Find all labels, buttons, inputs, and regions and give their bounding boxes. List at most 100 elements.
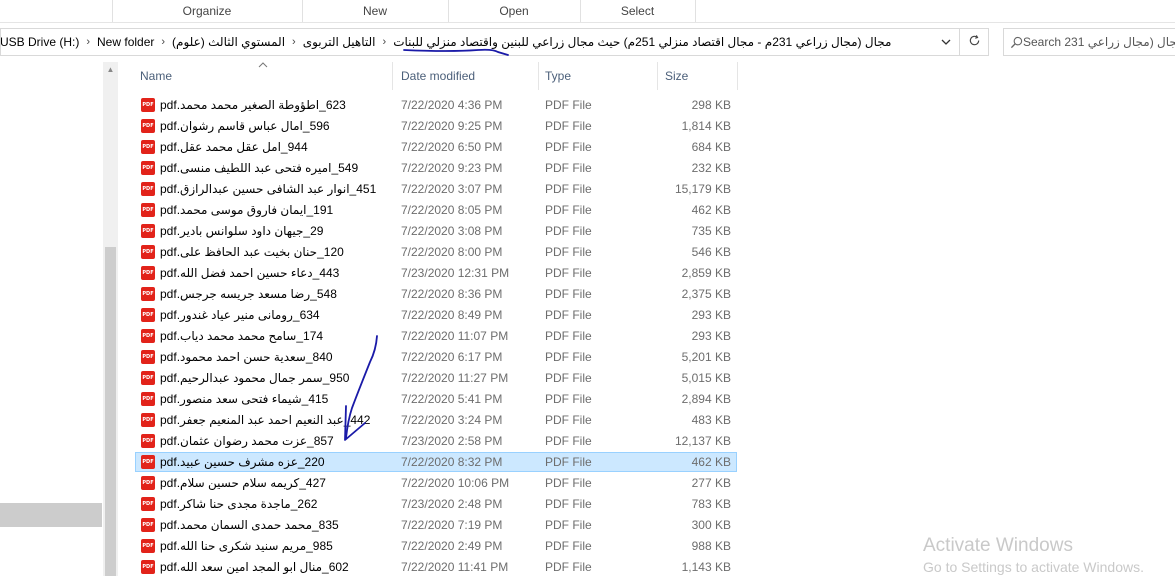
file-row[interactable]: 596_امال عباس قاسم رشوان.pdf 7/22/2020 9:…: [135, 116, 737, 136]
file-row[interactable]: 120_حنان بخيت عبد الحافظ على.pdf 7/22/202…: [135, 242, 737, 262]
file-size: 5,015 KB: [681, 371, 731, 385]
scrollbar-thumb[interactable]: [105, 247, 116, 576]
file-size: 12,137 KB: [674, 434, 731, 448]
file-name-cell[interactable]: 174_سامح محمد محمد دياب.pdf: [141, 327, 391, 345]
file-name-cell[interactable]: 835_محمد حمدى السمان محمد.pdf: [141, 516, 391, 534]
file-type: PDF File: [545, 224, 592, 238]
file-row[interactable]: 174_سامح محمد محمد دياب.pdf 7/22/2020 11:…: [135, 326, 737, 346]
file-size: 2,375 KB: [681, 287, 731, 301]
breadcrumb-level-three[interactable]: المستوي الثالث (علوم): [167, 35, 290, 49]
file-name-cell[interactable]: 415_شيماء فتحى سعد منصور.pdf: [141, 390, 391, 408]
pdf-file-icon: [141, 476, 155, 490]
file-name-cell[interactable]: 262_ماجدة مجدى حنا شاكر.pdf: [141, 495, 391, 513]
nav-selected-item[interactable]: [0, 503, 102, 527]
file-row[interactable]: 262_ماجدة مجدى حنا شاكر.pdf 7/23/2020 2:4…: [135, 494, 737, 514]
pdf-file-icon: [141, 392, 155, 406]
refresh-button[interactable]: [960, 28, 989, 56]
file-type: PDF File: [545, 287, 592, 301]
file-row[interactable]: 840_سعدية حسن احمد محمود.pdf 7/22/2020 6:…: [135, 347, 737, 367]
file-name-cell[interactable]: 602_منال ابو المجد امين سعد الله.pdf: [141, 558, 391, 576]
address-bar[interactable]: USB Drive (H:) › New folder › المستوي ال…: [0, 28, 960, 56]
file-name-cell[interactable]: 220_عزه مشرف حسين عبيد.pdf: [141, 453, 391, 471]
pdf-file-icon: [141, 329, 155, 343]
file-name-cell[interactable]: 451_انوار عبد الشافى حسين عبدالرازق.pdf: [141, 180, 391, 198]
file-date: 7/22/2020 11:07 PM: [401, 329, 509, 343]
pdf-file-icon: [141, 518, 155, 532]
file-row[interactable]: 944_امل عقل محمد عقل.pdf 7/22/2020 6:50 P…: [135, 137, 737, 157]
file-type: PDF File: [545, 203, 592, 217]
file-row[interactable]: 548_رضا مسعد جريسه جرجس.pdf 7/22/2020 8:3…: [135, 284, 737, 304]
file-date: 7/22/2020 7:19 PM: [401, 518, 503, 532]
file-name: 944_امل عقل محمد عقل.pdf: [160, 140, 308, 154]
file-row[interactable]: 634_رومانى منير عياد غندور.pdf 7/22/2020 …: [135, 305, 737, 325]
file-size: 298 KB: [691, 98, 731, 112]
file-row[interactable]: 623_اطؤوطة الصغير محمد محمد.pdf 7/22/2020…: [135, 95, 737, 115]
file-name-cell[interactable]: 950_سمر جمال محمود عبدالرحيم.pdf: [141, 369, 391, 387]
file-name-cell[interactable]: 442_عبد النعيم احمد عبد المنعيم جعفر.pdf: [141, 411, 391, 429]
column-header-date[interactable]: Date modified: [393, 62, 539, 90]
file-date: 7/22/2020 8:00 PM: [401, 245, 503, 259]
file-row[interactable]: 220_عزه مشرف حسين عبيد.pdf 7/22/2020 8:32…: [135, 452, 737, 472]
pdf-file-icon: [141, 266, 155, 280]
pdf-file-icon: [141, 413, 155, 427]
file-row[interactable]: 443_دعاء حسين احمد فضل الله.pdf 7/23/2020…: [135, 263, 737, 283]
column-header-size[interactable]: Size: [658, 62, 738, 90]
file-name-cell[interactable]: 944_امل عقل محمد عقل.pdf: [141, 138, 391, 156]
breadcrumb-separator-icon: ›: [86, 36, 91, 48]
file-name-cell[interactable]: 857_عزت محمد رضوان عثمان.pdf: [141, 432, 391, 450]
file-row[interactable]: 602_منال ابو المجد امين سعد الله.pdf 7/22…: [135, 557, 737, 576]
file-name: 120_حنان بخيت عبد الحافظ على.pdf: [160, 245, 344, 259]
file-name-cell[interactable]: 443_دعاء حسين احمد فضل الله.pdf: [141, 264, 391, 282]
nav-scrollbar[interactable]: ▲: [103, 62, 118, 576]
file-type: PDF File: [545, 455, 592, 469]
file-row[interactable]: 415_شيماء فتحى سعد منصور.pdf 7/22/2020 5:…: [135, 389, 737, 409]
file-row[interactable]: 442_عبد النعيم احمد عبد المنعيم جعفر.pdf…: [135, 410, 737, 430]
file-name-cell[interactable]: 549_اميره فتحى عبد اللطيف منسى.pdf: [141, 159, 391, 177]
column-header-type[interactable]: Type: [539, 62, 658, 90]
file-name-cell[interactable]: 191_ايمان فاروق موسى محمد.pdf: [141, 201, 391, 219]
breadcrumb-qualification[interactable]: التاهيل التربوى: [298, 35, 381, 49]
scroll-up-icon[interactable]: ▲: [103, 62, 118, 77]
file-row[interactable]: 427_كريمه سلام حسين سلام.pdf 7/22/2020 10…: [135, 473, 737, 493]
file-row[interactable]: 950_سمر جمال محمود عبدالرحيم.pdf 7/22/202…: [135, 368, 737, 388]
file-size: 293 KB: [691, 329, 731, 343]
file-name: 596_امال عباس قاسم رشوان.pdf: [160, 119, 330, 133]
file-name: 950_سمر جمال محمود عبدالرحيم.pdf: [160, 371, 350, 385]
file-name: 442_عبد النعيم احمد عبد المنعيم جعفر.pdf: [160, 413, 371, 427]
file-name-cell[interactable]: 120_حنان بخيت عبد الحافظ على.pdf: [141, 243, 391, 261]
file-size: 546 KB: [691, 245, 731, 259]
ribbon: Organize New Open Select: [0, 0, 1175, 23]
file-date: 7/23/2020 2:48 PM: [401, 497, 503, 511]
file-row[interactable]: 191_ايمان فاروق موسى محمد.pdf 7/22/2020 8…: [135, 200, 737, 220]
file-name: 835_محمد حمدى السمان محمد.pdf: [160, 518, 339, 532]
file-name-cell[interactable]: 548_رضا مسعد جريسه جرجس.pdf: [141, 285, 391, 303]
file-name-cell[interactable]: 840_سعدية حسن احمد محمود.pdf: [141, 348, 391, 366]
file-row[interactable]: 451_انوار عبد الشافى حسين عبدالرازق.pdf 7…: [135, 179, 737, 199]
chevron-down-icon[interactable]: [933, 29, 959, 55]
file-row[interactable]: 29_جيهان داود سلوانس بادير.pdf 7/22/2020 …: [135, 221, 737, 241]
file-row[interactable]: 835_محمد حمدى السمان محمد.pdf 7/22/2020 7…: [135, 515, 737, 535]
file-explorer-window: Organize New Open Select USB Drive (H:) …: [0, 0, 1175, 576]
breadcrumb-current-folder[interactable]: مجال (مجال زراعي 231م - مجال اقتصاد منزل…: [388, 35, 896, 49]
file-name-cell[interactable]: 623_اطؤوطة الصغير محمد محمد.pdf: [141, 96, 391, 114]
search-input[interactable]: Search 231 مجال (مجال زراعي: [1003, 28, 1175, 56]
file-name-cell[interactable]: 29_جيهان داود سلوانس بادير.pdf: [141, 222, 391, 240]
file-type: PDF File: [545, 329, 592, 343]
file-type: PDF File: [545, 182, 592, 196]
ribbon-group-open: Open: [448, 0, 581, 22]
file-name-cell[interactable]: 985_مريم سنيد شكرى حنا الله.pdf: [141, 537, 391, 555]
file-name-cell[interactable]: 427_كريمه سلام حسين سلام.pdf: [141, 474, 391, 492]
file-row[interactable]: 549_اميره فتحى عبد اللطيف منسى.pdf 7/22/2…: [135, 158, 737, 178]
file-row[interactable]: 985_مريم سنيد شكرى حنا الله.pdf 7/22/2020…: [135, 536, 737, 556]
breadcrumb-usb-drive[interactable]: USB Drive (H:): [1, 35, 84, 49]
file-name: 451_انوار عبد الشافى حسين عبدالرازق.pdf: [160, 182, 377, 196]
file-date: 7/23/2020 2:58 PM: [401, 434, 503, 448]
pdf-file-icon: [141, 560, 155, 574]
file-name-cell[interactable]: 596_امال عباس قاسم رشوان.pdf: [141, 117, 391, 135]
navigation-pane[interactable]: [0, 62, 102, 576]
breadcrumb-new-folder[interactable]: New folder: [92, 35, 159, 49]
file-name-cell[interactable]: 634_رومانى منير عياد غندور.pdf: [141, 306, 391, 324]
file-name: 548_رضا مسعد جريسه جرجس.pdf: [160, 287, 337, 301]
file-size: 483 KB: [691, 413, 731, 427]
file-row[interactable]: 857_عزت محمد رضوان عثمان.pdf 7/23/2020 2:…: [135, 431, 737, 451]
